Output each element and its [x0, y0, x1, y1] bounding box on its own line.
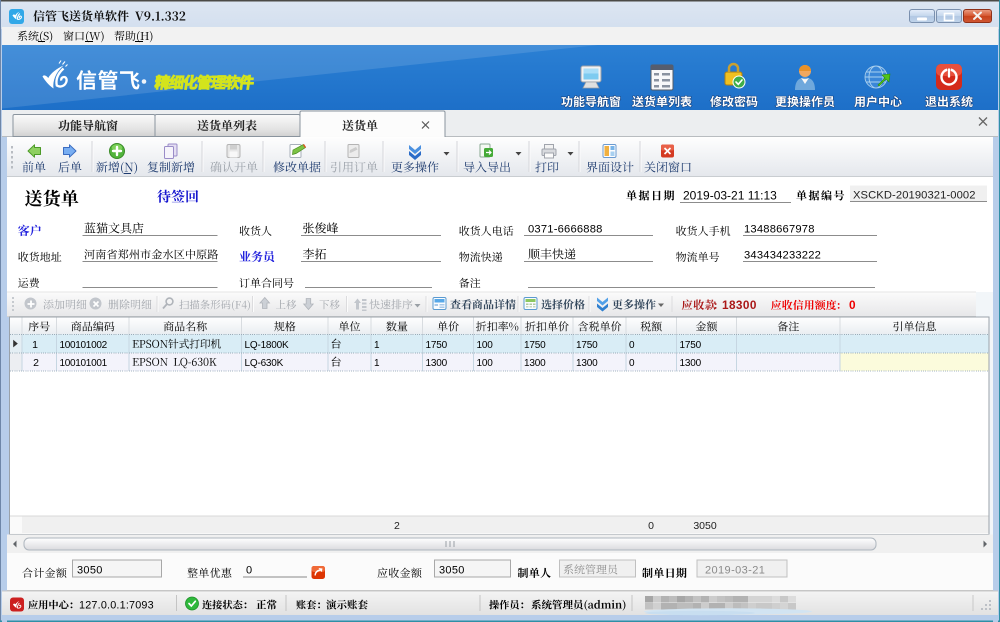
svg-text:3050: 3050 [77, 565, 103, 577]
svg-text:1750: 1750 [576, 340, 598, 351]
svg-text:0: 0 [849, 298, 856, 312]
svg-text:100101001: 100101001 [60, 358, 108, 369]
svg-text:343434233222: 343434233222 [744, 250, 821, 262]
svg-text:LQ-1800K: LQ-1800K [245, 340, 290, 351]
svg-text:1: 1 [32, 339, 38, 351]
svg-text:3050: 3050 [439, 565, 465, 577]
svg-text:1300: 1300 [576, 358, 598, 369]
svg-text:127.0.0.1:7093: 127.0.0.1:7093 [79, 600, 154, 612]
svg-text:1750: 1750 [680, 340, 702, 351]
svg-text:LQ-630K: LQ-630K [245, 358, 284, 369]
svg-text:100: 100 [477, 358, 494, 369]
svg-text:1300: 1300 [524, 358, 546, 369]
svg-text:0: 0 [648, 520, 654, 532]
svg-text:2: 2 [33, 357, 39, 369]
svg-text:2019-03-21: 2019-03-21 [705, 565, 765, 577]
svg-text:2019-03-21 11:13: 2019-03-21 11:13 [683, 189, 777, 203]
svg-text:0371-6666888: 0371-6666888 [528, 224, 603, 236]
svg-text:1300: 1300 [680, 358, 702, 369]
svg-text:0: 0 [246, 565, 252, 577]
svg-text:0: 0 [629, 340, 635, 351]
svg-text:1750: 1750 [524, 340, 546, 351]
svg-text:1: 1 [374, 358, 380, 369]
svg-text:18300: 18300 [722, 298, 757, 312]
svg-text:1750: 1750 [426, 340, 448, 351]
svg-text:100101002: 100101002 [60, 340, 108, 351]
svg-text:XSCKD-20190321-0002: XSCKD-20190321-0002 [853, 190, 976, 202]
svg-text:3050: 3050 [693, 520, 717, 532]
svg-text:2: 2 [394, 520, 400, 532]
svg-text:1: 1 [374, 340, 380, 351]
svg-text:13488667978: 13488667978 [744, 224, 815, 236]
svg-text:100: 100 [477, 340, 494, 351]
svg-text:1300: 1300 [426, 358, 448, 369]
svg-text:0: 0 [629, 358, 635, 369]
